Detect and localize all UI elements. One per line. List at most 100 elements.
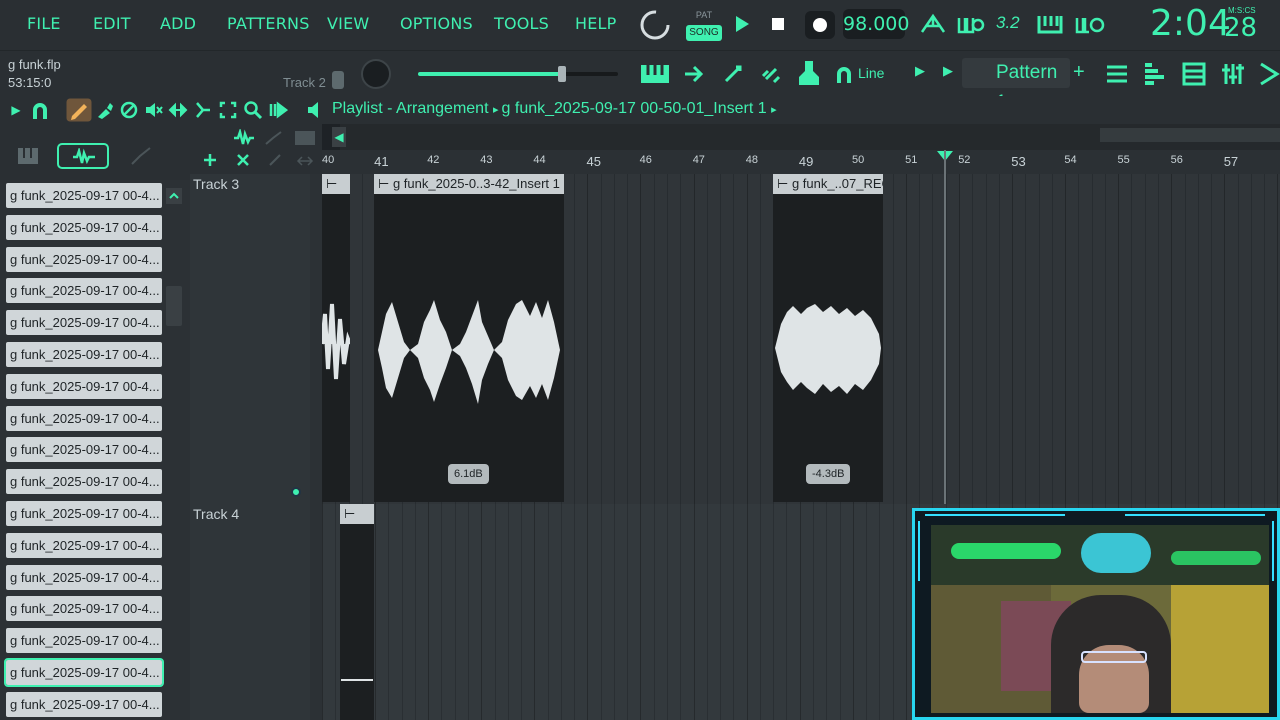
master-volume-slider[interactable] <box>418 66 618 82</box>
track-resize-icon[interactable] <box>296 155 314 167</box>
menu-file[interactable]: FILE <box>27 0 61 48</box>
playlist-icon[interactable] <box>1104 61 1130 87</box>
browser-item[interactable]: g funk_2025-09-17 00-4... <box>6 278 162 304</box>
clip-2-gain-badge[interactable]: -4.3dB <box>806 464 851 484</box>
playback-tool-icon[interactable] <box>268 100 288 120</box>
play-icon[interactable] <box>733 15 751 33</box>
piano-roll-icon[interactable] <box>640 63 670 85</box>
add-track-icon[interactable] <box>202 152 218 168</box>
audio-clip-insert-1[interactable]: ⊢ g funk_2025-0..3-42_Insert 1 6.1dB <box>374 174 564 502</box>
loop-record-icon[interactable] <box>1075 12 1105 36</box>
browser-item[interactable]: g funk_2025-09-17 00-4... <box>6 628 162 654</box>
browser-automation-icon[interactable] <box>130 146 152 166</box>
clip-1-gain-badge[interactable]: 6.1dB <box>448 464 489 484</box>
slice-tool-icon[interactable] <box>193 100 213 120</box>
piano-roll-view-icon[interactable] <box>1142 61 1168 87</box>
pattern-prev-icon[interactable]: ▶ <box>943 63 953 79</box>
playlist-title: Playlist - Arrangement <box>332 100 489 117</box>
draw-tool-icon[interactable] <box>66 98 92 122</box>
master-pitch-knob[interactable] <box>361 59 391 89</box>
channel-rack-icon[interactable] <box>1258 61 1280 87</box>
plugin-picker-icon[interactable] <box>722 63 744 85</box>
typing-keyboard-icon[interactable] <box>1037 12 1063 36</box>
playlist-menu-arrow-icon[interactable]: ▶ <box>5 99 27 121</box>
stamp-icon[interactable] <box>797 59 821 87</box>
webcam-overlay <box>912 508 1280 720</box>
audio-clip-track-4[interactable]: ⊢ <box>340 504 374 720</box>
menu-add[interactable]: ADD <box>160 0 196 48</box>
browser-item[interactable]: g funk_2025-09-17 00-4... <box>6 437 162 463</box>
browser-item[interactable]: g funk_2025-09-17 00-4... <box>6 564 162 590</box>
playlist-breadcrumb: g funk_2025-09-17 00-50-01_Insert 1 <box>501 100 767 117</box>
arrow-right-icon[interactable] <box>683 63 705 85</box>
master-volume-fill <box>418 72 562 76</box>
browser-scroll-up-icon[interactable] <box>166 188 182 204</box>
ruler-bar-number: 49 <box>798 154 814 169</box>
menu-edit[interactable]: EDIT <box>93 0 131 48</box>
magnet-icon[interactable] <box>834 65 854 85</box>
add-pattern-icon[interactable]: + <box>1073 61 1085 84</box>
paint-tool-icon[interactable] <box>95 100 115 120</box>
browser-keys-icon[interactable] <box>17 146 39 166</box>
stop-icon[interactable] <box>770 16 786 32</box>
mute-tool-icon[interactable] <box>144 100 164 120</box>
browser-item[interactable]: g funk_2025-09-17 00-4... <box>6 342 162 367</box>
browser-item[interactable]: g funk_2025-09-17 00-4... <box>6 246 162 272</box>
browser-item[interactable]: g funk_2025-09-17 00-4... <box>6 691 162 717</box>
menu-view[interactable]: VIEW <box>327 0 369 48</box>
overview-left-arrow-icon[interactable]: ◀ <box>332 127 346 147</box>
track-3-enable-led[interactable] <box>291 487 301 497</box>
link-icon[interactable] <box>760 63 782 85</box>
overview-view-window[interactable] <box>1100 128 1280 142</box>
automation-clip-icon[interactable] <box>264 129 284 147</box>
menu-help[interactable]: HELP <box>575 0 617 48</box>
browser-item[interactable]: g funk_2025-09-17 00-4... <box>6 310 162 336</box>
wave-tool-icon[interactable] <box>232 129 256 147</box>
mixer-icon[interactable] <box>1220 61 1246 87</box>
browser-item[interactable]: g funk_2025-09-17 00-4... <box>6 183 162 208</box>
track-4-header[interactable]: Track 4 <box>190 504 310 720</box>
ruler-bar-number: 47 <box>692 154 705 166</box>
browser-item[interactable]: g funk_2025-09-17 00-4... <box>6 373 162 399</box>
playlist-overview-scrollbar[interactable]: ◀ <box>332 124 1280 150</box>
menu-patterns[interactable]: PATTERNS <box>227 0 310 48</box>
record-icon[interactable] <box>804 10 836 40</box>
select-tool-icon[interactable] <box>218 100 238 120</box>
master-volume-thumb[interactable] <box>558 66 566 82</box>
menu-tools[interactable]: TOOLS <box>494 0 549 48</box>
zoom-tool-icon[interactable] <box>243 100 263 120</box>
pat-song-toggle[interactable]: PAT SONG <box>686 7 722 43</box>
browser-item[interactable]: g funk_2025-09-17 00-4... <box>4 658 164 687</box>
ruler-bar-number: 53 <box>1011 154 1026 169</box>
browser-item[interactable]: g funk_2025-09-17 00-4... <box>6 596 162 622</box>
clip-3-waveform <box>341 679 373 681</box>
pattern-clip-icon[interactable] <box>294 129 316 147</box>
close-track-icon[interactable] <box>236 153 250 167</box>
tempo-display[interactable]: 98.000 <box>843 9 909 39</box>
snap-selector[interactable]: Line <box>858 65 884 81</box>
audio-clip-rec[interactable]: ⊢ g funk_..07_REC -4.3dB <box>773 174 883 502</box>
timeline-ruler[interactable]: 40 41 42 43 44 45 46 47 48 49 50 51 52 53 54 55 56 57 <box>322 150 1280 174</box>
browser-audio-tab[interactable] <box>57 143 109 169</box>
pattern-selector[interactable]: Pattern 1 <box>962 58 1070 113</box>
snap-arrow-icon[interactable]: ▶ <box>915 63 925 79</box>
speaker-icon[interactable] <box>306 100 326 120</box>
slip-tool-icon[interactable] <box>168 100 188 120</box>
metronome-icon[interactable] <box>920 12 946 36</box>
browser-item[interactable]: g funk_2025-09-17 00-4... <box>6 214 162 240</box>
browser-item[interactable]: g funk_2025-09-17 00-4... <box>6 405 162 431</box>
browser-icon[interactable] <box>1181 61 1207 87</box>
clip-2-waveform <box>775 304 881 394</box>
delete-tool-icon[interactable] <box>119 100 139 120</box>
browser-item[interactable]: g funk_2025-09-17 00-4... <box>6 532 162 558</box>
wait-input-icon[interactable] <box>957 12 985 36</box>
browser-item[interactable]: g funk_2025-09-17 00-4... <box>6 469 162 495</box>
menu-options[interactable]: OPTIONS <box>400 0 473 48</box>
browser-item[interactable]: g funk_2025-09-17 00-4... <box>6 501 162 526</box>
browser-scrollbar-thumb[interactable] <box>166 286 182 326</box>
track-3-header[interactable]: Track 3 <box>190 174 310 504</box>
snap-magnet-icon[interactable] <box>30 101 50 121</box>
audio-clip-partial[interactable]: ⊢ <box>322 174 350 502</box>
main-volume-knob-icon[interactable] <box>638 8 672 42</box>
track-link-icon[interactable] <box>268 153 282 167</box>
